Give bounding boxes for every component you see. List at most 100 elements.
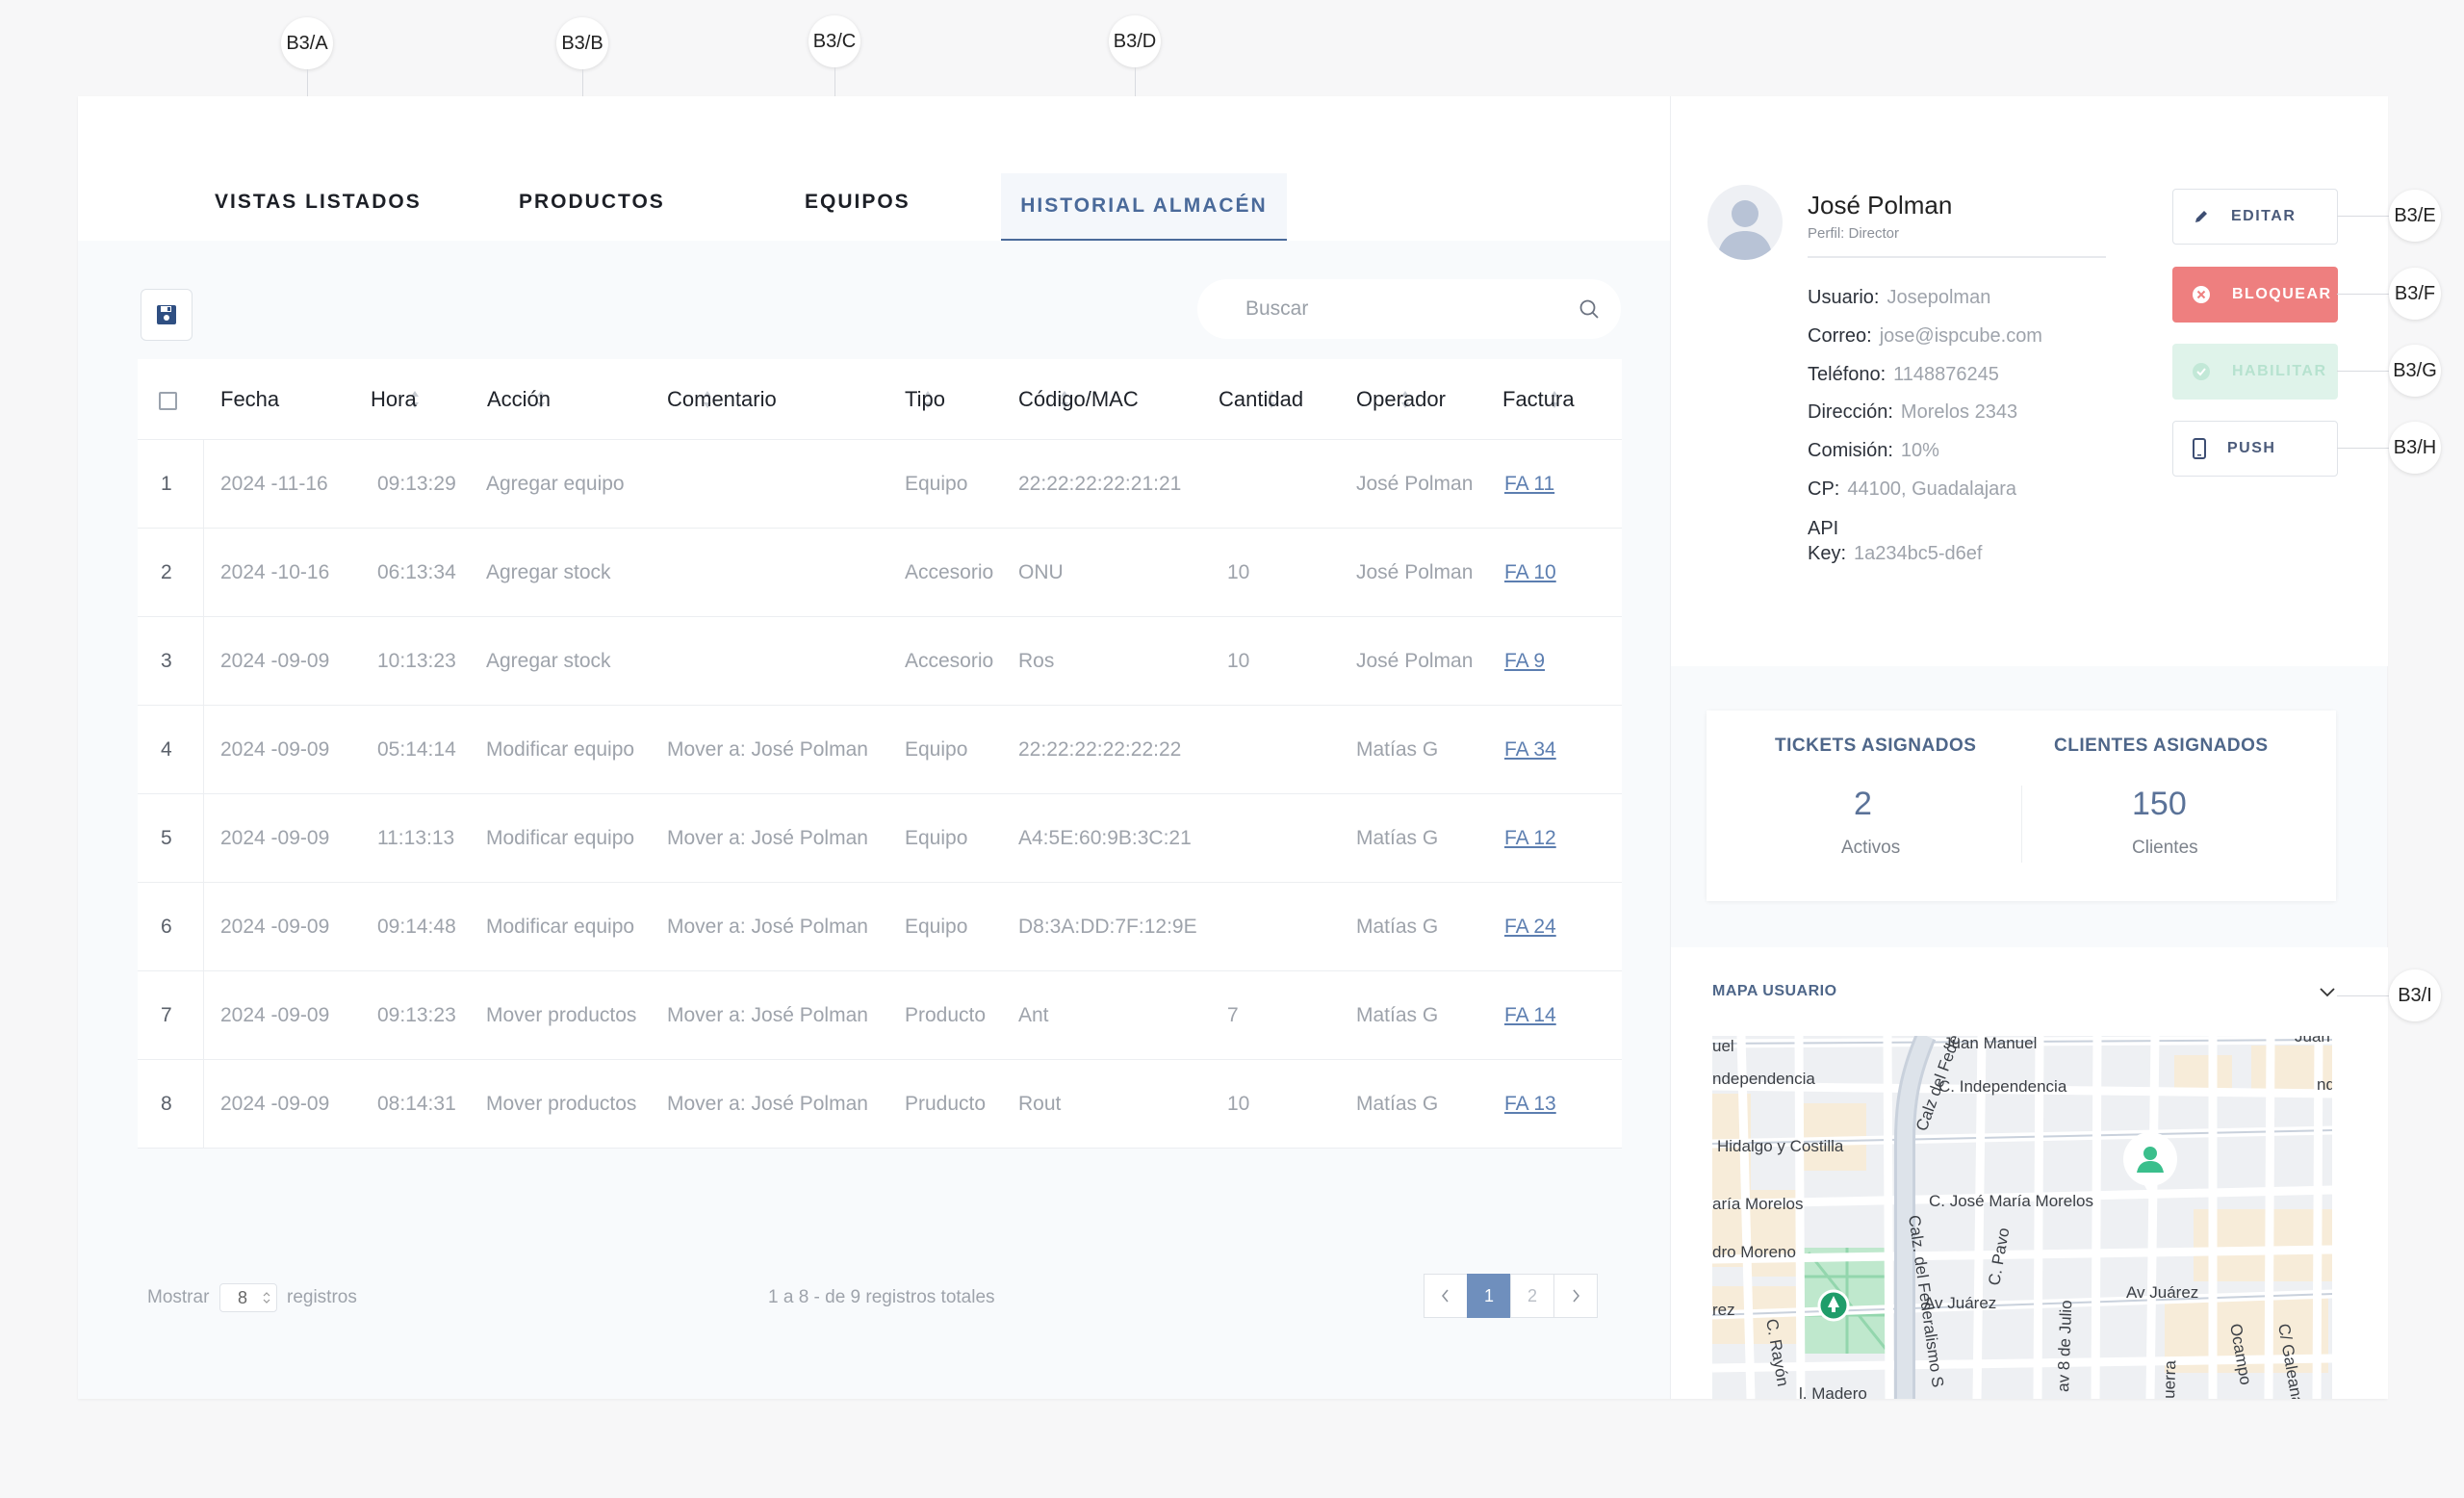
cell-comentario: Mover a: José Polman xyxy=(667,1093,868,1115)
tab-bar: VISTAS LISTADOS PRODUCTOS EQUIPOS HISTOR… xyxy=(78,96,1670,241)
page-1-button[interactable]: 1 xyxy=(1467,1274,1511,1318)
table-row[interactable]: 7 2024 -09-09 09:13:23 Mover productos Mover… xyxy=(138,971,1622,1060)
spinner-icon xyxy=(263,1292,270,1304)
table-row[interactable]: 3 2024 -09-09 10:13:23 Agregar stock Accesor… xyxy=(138,617,1622,706)
floppy-disk-icon xyxy=(157,305,176,324)
col-factura[interactable]: Factura xyxy=(1502,359,1575,440)
records-summary: 1 a 8 - de 9 registros totales xyxy=(768,1287,995,1307)
assigned-stats: TICKETS ASIGNADOS 2 Activos CLIENTES ASI… xyxy=(1707,710,2336,901)
row-divider xyxy=(203,617,204,705)
cell-fecha: 2024 -09-09 xyxy=(220,827,330,849)
push-button[interactable]: PUSH xyxy=(2172,421,2338,477)
cell-tipo: Accesorio xyxy=(905,561,994,583)
map-label: l. Madero xyxy=(1799,1384,1867,1399)
cell-factura[interactable]: FA 11 xyxy=(1504,440,1554,529)
tab-historial-almacen[interactable]: HISTORIAL ALMACÉN xyxy=(1001,173,1287,241)
tab-vistas-listados[interactable]: VISTAS LISTADOS xyxy=(215,191,422,214)
col-comentario[interactable]: Comentario xyxy=(667,359,777,440)
table-row[interactable]: 4 2024 -09-09 05:14:14 Modificar equipo Move… xyxy=(138,706,1622,794)
enable-button[interactable]: HABILITAR xyxy=(2172,344,2338,400)
cell-operador: Matías G xyxy=(1356,827,1439,849)
cell-accion: Mover productos xyxy=(486,1093,637,1115)
chevron-right-icon xyxy=(1573,1289,1579,1303)
field-api-label: API xyxy=(1808,518,1839,539)
block-button[interactable]: BLOQUEAR xyxy=(2172,267,2338,323)
col-hora[interactable]: Hora xyxy=(371,359,417,440)
page-2-button[interactable]: 2 xyxy=(1510,1274,1554,1318)
table-row[interactable]: 6 2024 -09-09 09:14:48 Modificar equipo Move… xyxy=(138,883,1622,971)
map-view[interactable]: uel Juan Manuel Juan ndependencia C. Ind… xyxy=(1712,1036,2332,1399)
tab-equipos[interactable]: EQUIPOS xyxy=(805,191,911,214)
table-body: 1 2024 -11-16 09:13:29 Agregar equipo Equipo… xyxy=(138,440,1622,1149)
row-number: 7 xyxy=(161,1004,172,1026)
cell-factura[interactable]: FA 24 xyxy=(1504,883,1556,971)
tab-productos[interactable]: PRODUCTOS xyxy=(519,191,665,214)
cell-factura[interactable]: FA 10 xyxy=(1504,529,1556,617)
cell-operador: José Polman xyxy=(1356,650,1474,672)
table-row[interactable]: 2 2024 -10-16 06:13:34 Agregar stock Accesor… xyxy=(138,529,1622,617)
cell-hora: 09:14:48 xyxy=(377,916,456,938)
main-card: VISTAS LISTADOS PRODUCTOS EQUIPOS HISTOR… xyxy=(78,96,2388,1399)
cell-tipo: Equipo xyxy=(905,916,968,938)
cell-factura[interactable]: FA 9 xyxy=(1504,617,1545,706)
save-button[interactable] xyxy=(141,289,192,341)
cell-cantidad: 10 xyxy=(1227,1093,1250,1115)
field-correo: Correo: jose@ispcube.com xyxy=(1808,325,2042,347)
map-label: C. José María Morelos xyxy=(1929,1192,2093,1210)
cell-tipo: Equipo xyxy=(905,473,968,495)
callout-b3d: B3/D xyxy=(1109,15,1161,67)
cell-factura[interactable]: FA 13 xyxy=(1504,1060,1556,1149)
row-number: 8 xyxy=(161,1093,172,1115)
callout-b3g: B3/G xyxy=(2389,345,2441,397)
search-icon[interactable] xyxy=(1578,298,1600,320)
cell-hora: 05:14:14 xyxy=(377,738,456,761)
edit-button[interactable]: EDITAR xyxy=(2172,189,2338,245)
cell-codigo: D8:3A:DD:7F:12:9E xyxy=(1018,916,1197,938)
clients-title: CLIENTES ASIGNADOS xyxy=(2054,736,2269,756)
callout-b3h: B3/H xyxy=(2389,422,2441,474)
next-page-button[interactable] xyxy=(1553,1274,1598,1318)
col-operador[interactable]: Operador xyxy=(1356,359,1446,440)
cell-accion: Agregar stock xyxy=(486,650,611,672)
cell-hora: 06:13:34 xyxy=(377,561,456,583)
col-cantidad[interactable]: Cantidad xyxy=(1219,359,1303,440)
col-tipo[interactable]: Tipo xyxy=(905,359,945,440)
map-label: uel xyxy=(1712,1037,1734,1055)
callout-b3i: B3/I xyxy=(2389,969,2441,1021)
row-divider xyxy=(203,529,204,616)
cell-hora: 09:13:29 xyxy=(377,473,456,495)
mostrar-label: Mostrar xyxy=(147,1287,210,1307)
cell-accion: Modificar equipo xyxy=(486,738,635,761)
chevron-down-icon[interactable] xyxy=(2318,986,2337,999)
per-page-value: 8 xyxy=(238,1287,248,1307)
per-page-select[interactable]: 8 xyxy=(219,1283,277,1312)
cell-fecha: 2024 -09-09 xyxy=(220,1004,330,1026)
clients-value: 150 xyxy=(2132,786,2187,822)
cell-hora: 11:13:13 xyxy=(377,827,455,849)
prev-page-button[interactable] xyxy=(1424,1274,1468,1318)
cell-operador: Matías G xyxy=(1356,1093,1439,1115)
col-accion[interactable]: Acción xyxy=(487,359,551,440)
table-row[interactable]: 1 2024 -11-16 09:13:29 Agregar equipo Equipo… xyxy=(138,440,1622,529)
tickets-sub: Activos xyxy=(1841,838,1901,858)
cell-tipo: Equipo xyxy=(905,738,968,761)
search-input[interactable] xyxy=(1245,297,1578,321)
callout-b3c: B3/C xyxy=(808,15,860,67)
cell-factura[interactable]: FA 34 xyxy=(1504,706,1556,794)
check-circle-icon xyxy=(2193,363,2210,380)
col-codigo-mac[interactable]: Código/MAC xyxy=(1018,359,1139,440)
cell-factura[interactable]: FA 12 xyxy=(1504,794,1556,883)
map-label: C. Independencia xyxy=(1938,1077,2067,1096)
table-row[interactable]: 8 2024 -09-09 08:14:31 Mover productos Mover… xyxy=(138,1060,1622,1149)
col-fecha[interactable]: Fecha xyxy=(220,359,279,440)
callout-b3e: B3/E xyxy=(2389,190,2441,242)
select-all-checkbox[interactable] xyxy=(159,392,177,410)
cell-factura[interactable]: FA 14 xyxy=(1504,971,1556,1060)
right-panel: José Polman Perfil: Director Usuario: Jos… xyxy=(1670,96,2388,1399)
table-row[interactable]: 5 2024 -09-09 11:13:13 Modificar equipo Move… xyxy=(138,794,1622,883)
cell-tipo: Equipo xyxy=(905,827,968,849)
map-label: av 8 de Julio xyxy=(2054,1300,2075,1392)
cell-accion: Mover productos xyxy=(486,1004,637,1026)
street-map: uel Juan Manuel Juan ndependencia C. Ind… xyxy=(1712,1036,2332,1399)
row-number: 1 xyxy=(161,473,172,495)
